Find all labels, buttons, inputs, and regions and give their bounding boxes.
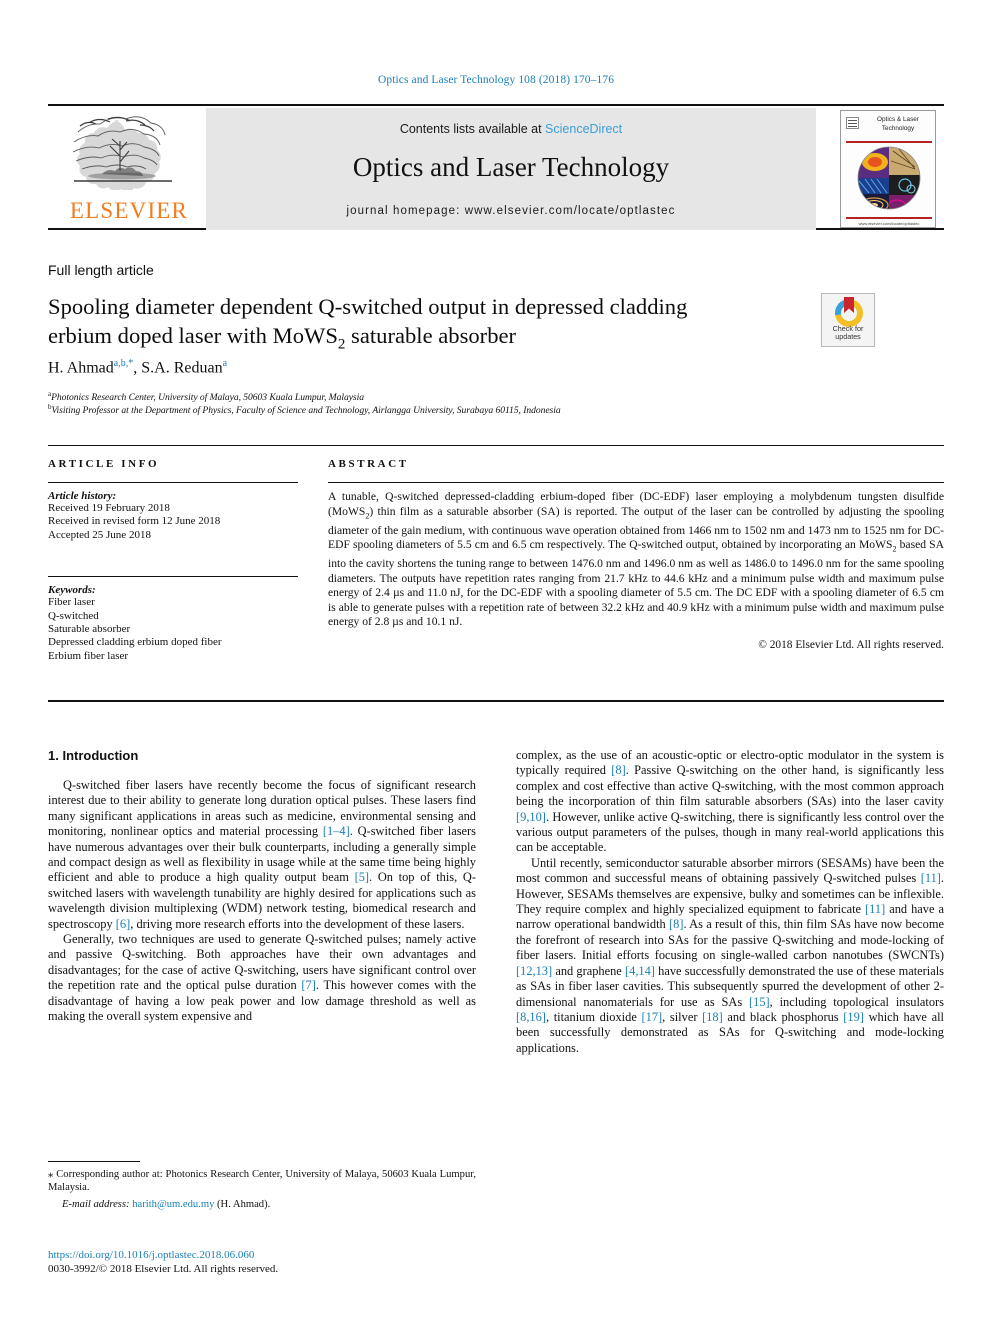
- author-2-affil-marks[interactable]: a: [223, 358, 227, 369]
- citation-ref[interactable]: [11]: [865, 902, 885, 916]
- author-1-affil-marks[interactable]: a,b,*: [114, 358, 133, 369]
- citation-ref[interactable]: [7]: [301, 978, 315, 992]
- article-info-rule: [48, 482, 298, 483]
- text-run: Until recently, semiconductor saturable …: [516, 855, 944, 886]
- contents-prefix: Contents lists available at: [399, 122, 546, 136]
- email-line: E-mail address: harith@um.edu.my (H. Ahm…: [48, 1198, 476, 1211]
- journal-masthead: ELSEVIER Contents lists available at Sci…: [48, 104, 944, 230]
- section-heading-introduction: 1. Introduction: [48, 748, 139, 763]
- email-label: E-mail address:: [62, 1199, 130, 1211]
- elsevier-tree-icon: [72, 116, 172, 190]
- article-history-label: Article history:: [48, 490, 117, 502]
- author-2: , S.A. Reduan: [133, 359, 223, 377]
- keyword-item: Saturable absorber: [48, 623, 131, 636]
- email-link[interactable]: harith@um.edu.my: [132, 1199, 214, 1210]
- keyword-item: Fiber laser: [48, 596, 95, 609]
- cover-artwork: [857, 146, 921, 210]
- info-block-top-rule: [48, 445, 944, 446]
- keyword-item: Q-switched: [48, 609, 99, 622]
- text-run: , silver: [662, 1009, 703, 1024]
- abstract-heading: ABSTRACT: [328, 458, 409, 470]
- paragraph: Until recently, semiconductor saturable …: [516, 856, 944, 1056]
- history-accepted: Accepted 25 June 2018: [48, 528, 151, 541]
- corresponding-author-footnote: ⁎ Corresponding author at: Photonics Res…: [48, 1168, 476, 1212]
- author-list: H. Ahmada,b,*, S.A. Reduana: [48, 358, 227, 377]
- keywords-rule: [48, 576, 298, 578]
- text-run: and graphene: [552, 963, 625, 978]
- abstract-copyright: © 2018 Elsevier Ltd. All rights reserved…: [758, 638, 944, 651]
- citation-ref[interactable]: [19]: [843, 1010, 864, 1024]
- cover-title: Optics & Laser Technology: [877, 116, 919, 132]
- affiliation-b-text: Visiting Professor at the Department of …: [51, 405, 561, 417]
- doi-link[interactable]: https://doi.org/10.1016/j.optlastec.2018…: [48, 1248, 488, 1262]
- title-line-2a: erbium doped laser with MoWS: [48, 323, 338, 348]
- keyword-item: Erbium fiber laser: [48, 649, 129, 662]
- citation-ref[interactable]: [4,14]: [625, 964, 655, 978]
- affiliation-b: bVisiting Professor at the Department of…: [48, 403, 561, 416]
- body-column-right: complex, as the use of an acoustic-optic…: [516, 748, 944, 1056]
- citation-ref[interactable]: [1–4]: [323, 824, 350, 838]
- journal-title: Optics and Laser Technology: [352, 152, 670, 182]
- article-kind: Full length article: [48, 262, 154, 278]
- article-info-heading: ARTICLE INFO: [48, 458, 160, 470]
- citation-ref[interactable]: [15]: [749, 995, 770, 1009]
- text-run: , titanium dioxide: [545, 1009, 642, 1024]
- body-column-left: Q-switched fiber lasers have recently be…: [48, 778, 476, 1025]
- affiliation-a: aPhotonics Research Center, University o…: [48, 390, 364, 403]
- keywords-label: Keywords:: [48, 584, 96, 597]
- paragraph: Generally, two techniques are used to ge…: [48, 932, 476, 1024]
- history-revised: Received in revised form 12 June 2018: [48, 515, 221, 528]
- crossmark-badge[interactable]: Check for updates: [821, 293, 875, 347]
- citation-ref[interactable]: [18]: [702, 1010, 723, 1024]
- elsevier-logo: ELSEVIER: [48, 108, 206, 230]
- journal-cover-thumbnail: Optics & Laser Technology www.elsevier.c…: [832, 108, 944, 230]
- citation-ref[interactable]: [17]: [642, 1010, 663, 1024]
- paragraph: complex, as the use of an acoustic-optic…: [516, 748, 944, 856]
- text-run: . However, unlike active Q-switching, th…: [516, 809, 944, 855]
- citation-ref[interactable]: [12,13]: [516, 964, 552, 978]
- elsevier-wordmark: ELSEVIER: [69, 198, 189, 223]
- cover-elsevier-icon: [846, 117, 859, 129]
- citation-ref[interactable]: [8]: [611, 763, 625, 777]
- text-run: , including topological insulators: [769, 994, 944, 1009]
- abstract-part-2: ) thin film as a saturable absorber (SA)…: [328, 504, 944, 552]
- info-block-bottom-rule: [48, 700, 944, 703]
- journal-homepage[interactable]: journal homepage: www.elsevier.com/locat…: [206, 205, 816, 217]
- issn-copyright-line: 0030-3992/© 2018 Elsevier Ltd. All right…: [48, 1263, 279, 1275]
- abstract-part-3: based SA into the cavity shortens the tu…: [328, 538, 944, 629]
- email-suffix: (H. Ahmad).: [214, 1199, 271, 1211]
- crossmark-ring-icon: [835, 297, 863, 327]
- footnote-rule: [48, 1161, 140, 1163]
- keyword-item: Depressed cladding erbium doped fiber: [48, 636, 222, 649]
- sciencedirect-link[interactable]: ScienceDirect: [545, 122, 622, 136]
- citation-ref[interactable]: [8]: [669, 917, 683, 931]
- text-run: and black phosphorus: [722, 1009, 844, 1024]
- abstract-text: A tunable, Q-switched depressed-cladding…: [328, 490, 944, 630]
- crossmark-line-2: updates: [835, 332, 861, 342]
- footnote-text: Corresponding author at: Photonics Resea…: [48, 1169, 476, 1194]
- citation-ref[interactable]: [8,16]: [516, 1010, 546, 1024]
- title-line-1: Spooling diameter dependent Q-switched o…: [48, 294, 688, 319]
- cover-caption: www.elsevier.com/locate/optlastec: [858, 221, 920, 226]
- text-run: , driving more research efforts into the…: [130, 916, 465, 931]
- page-title: Spooling diameter dependent Q-switched o…: [48, 292, 808, 360]
- article-info-column: ARTICLE INFO Article history: Received 1…: [48, 458, 298, 663]
- paper-page: Optics and Laser Technology 108 (2018) 1…: [0, 0, 992, 1323]
- citation-ref[interactable]: [9,10]: [516, 810, 546, 824]
- abstract-column: ABSTRACT A tunable, Q-switched depressed…: [328, 458, 944, 651]
- author-1: H. Ahmad: [48, 359, 114, 377]
- history-received: Received 19 February 2018: [48, 502, 170, 514]
- masthead-panel: Contents lists available at ScienceDirec…: [206, 108, 816, 230]
- citation-ref[interactable]: [6]: [116, 917, 130, 931]
- crossmark-label: Check for updates: [822, 324, 874, 342]
- doi-block: https://doi.org/10.1016/j.optlastec.2018…: [48, 1248, 488, 1276]
- title-line-2b: saturable absorber: [345, 323, 517, 348]
- abstract-rule: [328, 482, 944, 483]
- paragraph: Q-switched fiber lasers have recently be…: [48, 778, 476, 932]
- contents-available-line: Contents lists available at ScienceDirec…: [206, 122, 816, 136]
- affiliation-a-text: Photonics Research Center, University of…: [51, 392, 364, 404]
- running-head: Optics and Laser Technology 108 (2018) 1…: [377, 74, 615, 86]
- citation-ref[interactable]: [11]: [921, 871, 941, 885]
- citation-ref[interactable]: [5]: [355, 870, 369, 884]
